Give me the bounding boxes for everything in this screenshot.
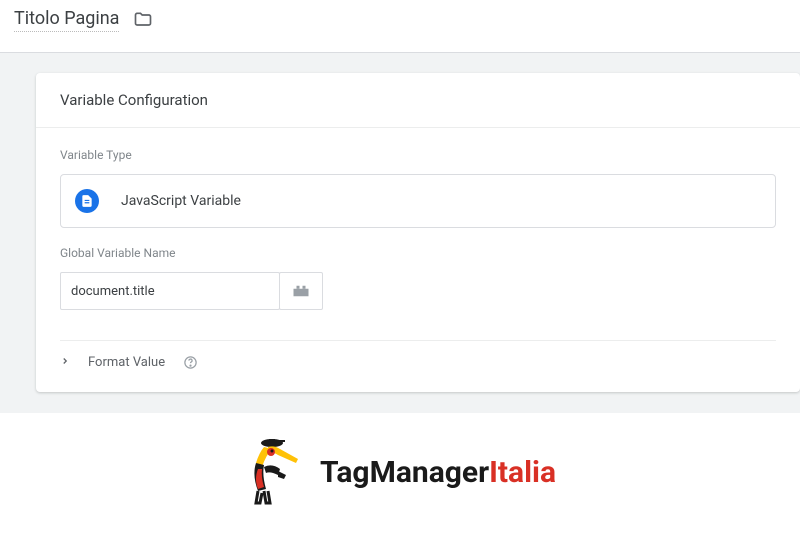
page-header: Titolo Pagina [0, 0, 800, 36]
global-varname-section: Global Variable Name [36, 240, 800, 322]
variable-type-name: JavaScript Variable [121, 193, 241, 209]
format-value-label: Format Value [88, 355, 165, 370]
global-varname-label: Global Variable Name [60, 246, 776, 260]
format-value-row[interactable]: Format Value [36, 341, 800, 384]
variable-type-section: Variable Type JavaScript Variable [36, 128, 800, 240]
variable-config-card: Variable Configuration Variable Type Jav… [36, 73, 800, 392]
canvas-area: Variable Configuration Variable Type Jav… [0, 53, 800, 413]
folder-icon[interactable] [133, 10, 153, 30]
global-varname-row [60, 272, 776, 310]
chevron-right-icon [60, 355, 70, 370]
variable-type-label: Variable Type [60, 148, 776, 162]
global-varname-input[interactable] [71, 284, 269, 299]
document-icon [75, 189, 99, 213]
card-header: Variable Configuration [36, 73, 800, 128]
insert-variable-button[interactable] [279, 272, 323, 310]
brand-logo: TagManagerItalia [0, 413, 800, 532]
logo-text-part2: Italia [489, 455, 556, 490]
variable-type-selector[interactable]: JavaScript Variable [60, 174, 776, 228]
global-varname-input-wrapper [60, 272, 280, 310]
page-title[interactable]: Titolo Pagina [14, 8, 119, 32]
help-icon[interactable] [183, 355, 198, 370]
logo-text-part1: TagManager [320, 455, 489, 490]
logo-text: TagManagerItalia [320, 455, 556, 490]
woodpecker-icon [244, 435, 314, 510]
